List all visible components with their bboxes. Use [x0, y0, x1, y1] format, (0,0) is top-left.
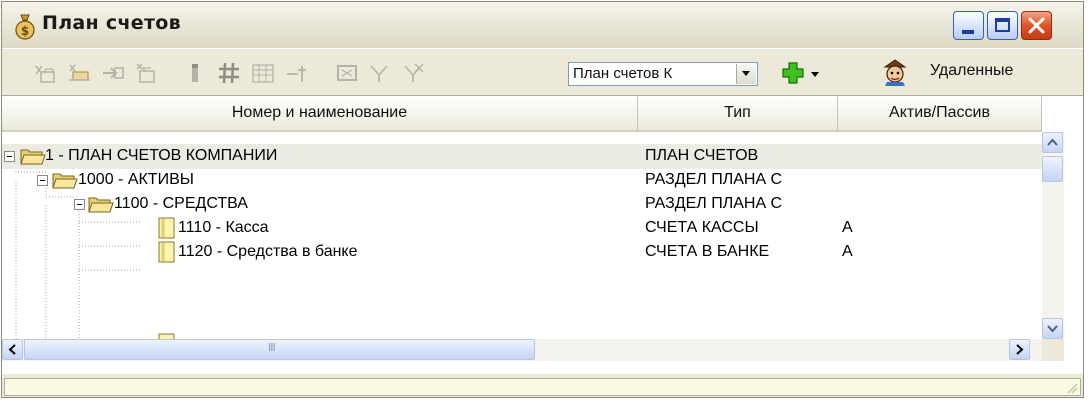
maximize-icon	[995, 18, 1010, 32]
accounts-tree-grid[interactable]: Номер и наименование Тип Актив/Пассив 1 …	[2, 96, 1083, 374]
user-deleted-icon[interactable]	[881, 57, 909, 87]
grid-icon[interactable]	[216, 60, 242, 86]
plan-select-value: План счетов К	[573, 65, 673, 82]
collapse-icon[interactable]	[4, 151, 15, 162]
add-folder-icon[interactable]	[32, 60, 58, 86]
table-row[interactable]: 1110 - Касса СЧЕТА КАССЫ А	[2, 216, 1042, 241]
money-bag-icon: $	[15, 14, 35, 40]
row-type: РАЗДЕЛ ПЛАНА С	[645, 171, 783, 188]
table-row[interactable]: 1 - ПЛАН СЧЕТОВ КОМПАНИИ ПЛАН СЧЕТОВ	[2, 144, 1042, 169]
maximize-button[interactable]	[987, 11, 1018, 40]
column-header-name[interactable]: Номер и наименование	[2, 96, 638, 132]
row-ap: А	[842, 243, 853, 260]
svg-text:$: $	[21, 24, 29, 38]
collapse-icon[interactable]	[74, 199, 85, 210]
filter-icon[interactable]	[366, 60, 392, 86]
hand-icon[interactable]	[182, 60, 208, 86]
chevron-right-icon	[1016, 344, 1024, 355]
plan-select-dropdown-button[interactable]	[736, 64, 756, 84]
row-type: ПЛАН СЧЕТОВ	[645, 147, 759, 164]
close-icon	[1028, 17, 1045, 34]
table-row[interactable]: 1100 - СРЕДСТВА РАЗДЕЛ ПЛАНА С	[2, 192, 1042, 217]
chevron-down-icon	[742, 71, 750, 76]
document-icon	[158, 241, 175, 263]
chevron-up-icon	[1047, 138, 1058, 146]
close-button[interactable]	[1021, 11, 1052, 40]
scroll-right-button[interactable]	[1009, 339, 1030, 360]
horizontal-scroll-thumb[interactable]: III	[24, 339, 535, 360]
column-header-type[interactable]: Тип	[638, 96, 838, 132]
row-name: 1000 - АКТИВЫ	[78, 171, 194, 188]
plan-select[interactable]: План счетов К	[568, 62, 758, 86]
collapse-icon[interactable]	[37, 175, 48, 186]
chart-of-accounts-window: $ План счетов План счетов К Удаленные Но…	[1, 1, 1084, 398]
row-name: 1100 - СРЕДСТВА	[114, 195, 248, 212]
column-header-active-passive[interactable]: Актив/Пассив	[838, 96, 1042, 132]
horizontal-scrollbar[interactable]: III	[2, 339, 1042, 361]
scroll-grip: III	[268, 341, 276, 354]
row-name: 1120 - Средства в банке	[178, 243, 358, 260]
row-name: 1 - ПЛАН СЧЕТОВ КОМПАНИИ	[45, 147, 278, 164]
vertical-scroll-thumb[interactable]	[1042, 156, 1063, 182]
toolbar: План счетов К Удаленные	[2, 48, 1083, 96]
minimize-button[interactable]	[953, 11, 984, 40]
table-row[interactable]: 1120 - Средства в банке СЧЕТА В БАНКЕ А	[2, 240, 1042, 265]
scroll-down-button[interactable]	[1042, 318, 1063, 339]
insert-icon[interactable]	[284, 60, 310, 86]
title-bar[interactable]: $ План счетов	[2, 2, 1083, 48]
open-folder-icon	[52, 173, 78, 189]
document-icon	[158, 217, 175, 239]
row-type: СЧЕТА КАССЫ	[645, 219, 759, 236]
dropdown-arrow-icon	[811, 72, 819, 77]
move-icon[interactable]	[100, 60, 126, 86]
scroll-corner	[1042, 339, 1064, 361]
vertical-scrollbar[interactable]	[1042, 132, 1064, 339]
row-type: СЧЕТА В БАНКЕ	[645, 243, 770, 260]
open-folder-icon	[88, 197, 114, 213]
open-folder-icon	[20, 149, 46, 165]
add-button[interactable]	[780, 60, 824, 86]
table-row[interactable]: 1000 - АКТИВЫ РАЗДЕЛ ПЛАНА С	[2, 168, 1042, 193]
window-title: План счетов	[42, 12, 181, 34]
scroll-left-button[interactable]	[2, 339, 23, 360]
add-child-icon[interactable]	[66, 60, 92, 86]
scroll-up-button[interactable]	[1042, 132, 1063, 153]
edit-icon[interactable]	[132, 60, 158, 86]
table-icon[interactable]	[250, 60, 276, 86]
clear-filter-icon[interactable]	[400, 60, 426, 86]
row-name: 1110 - Касса	[178, 219, 269, 236]
chevron-left-icon	[8, 344, 16, 355]
status-bar	[4, 378, 1081, 396]
chevron-down-icon	[1047, 325, 1058, 333]
fill-icon[interactable]	[334, 60, 360, 86]
minimize-icon	[962, 30, 974, 34]
deleted-items-button[interactable]: Удаленные	[930, 62, 1013, 80]
row-type: РАЗДЕЛ ПЛАНА С	[645, 195, 783, 212]
resize-grip-icon[interactable]	[1064, 380, 1078, 394]
green-plus-icon	[782, 62, 804, 84]
row-ap: А	[842, 219, 853, 236]
